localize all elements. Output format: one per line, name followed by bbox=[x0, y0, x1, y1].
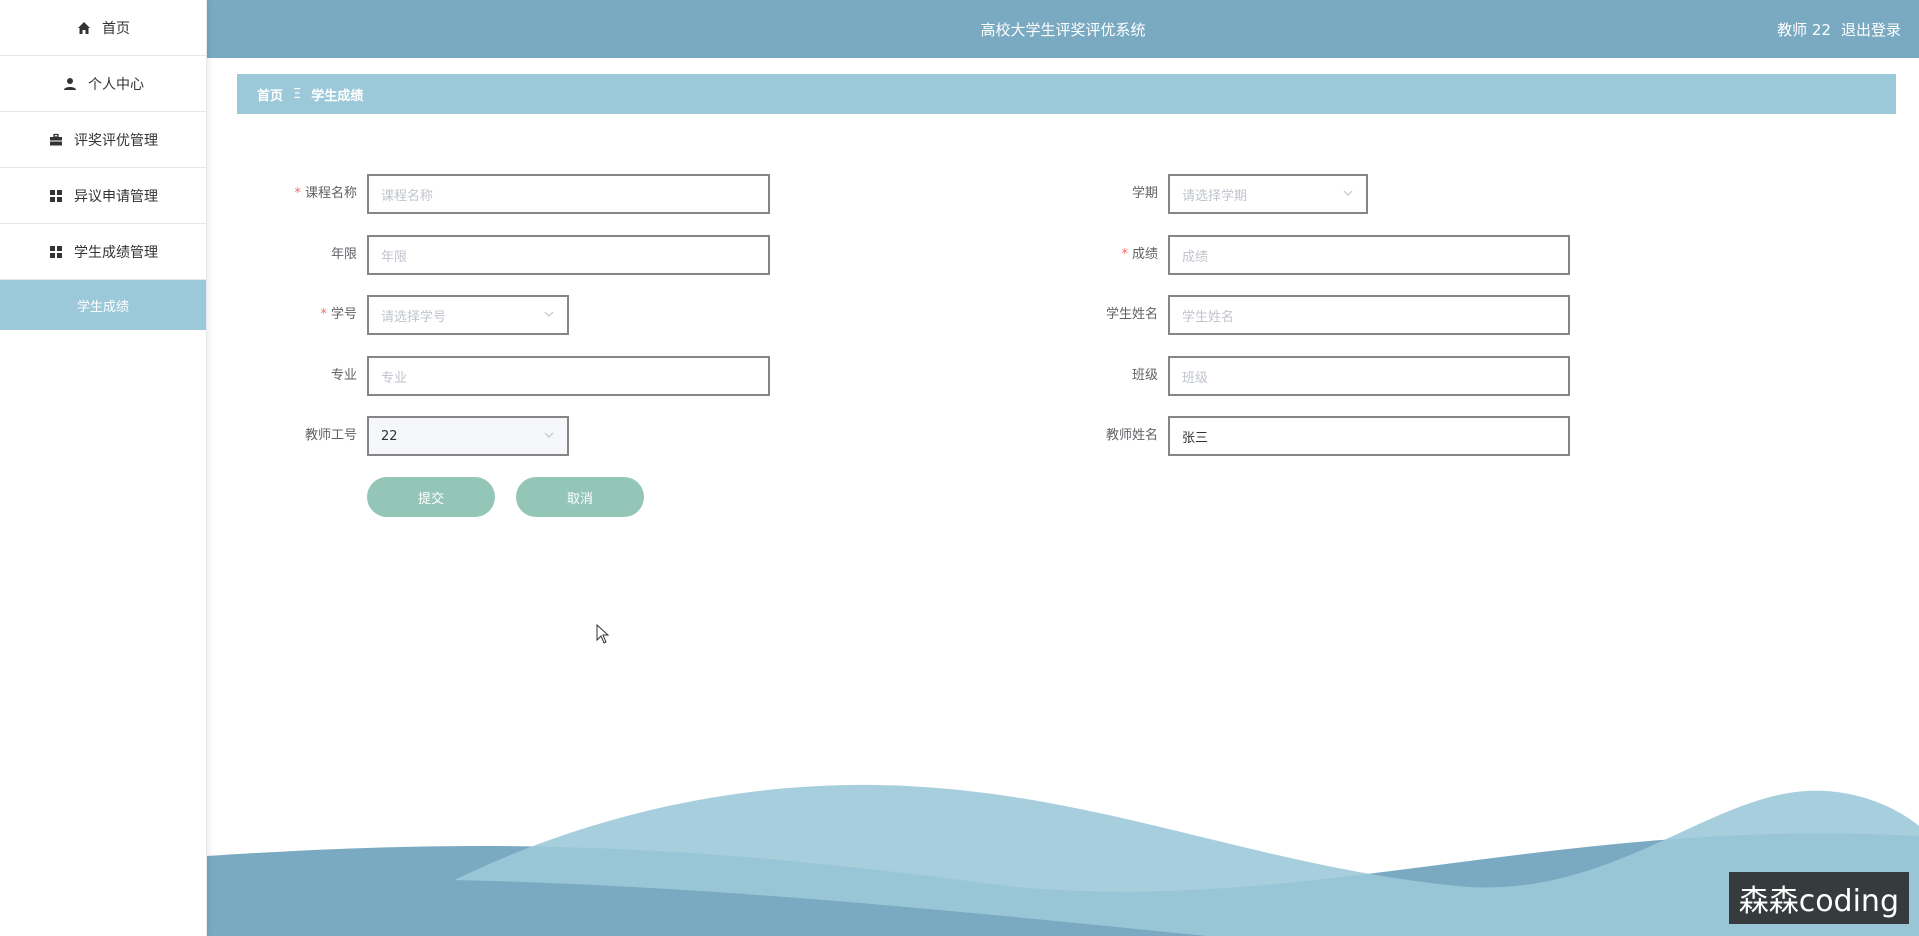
teacher-name-input[interactable]: 张三 bbox=[1168, 416, 1570, 456]
breadcrumb: 首页 Ξ 学生成绩 bbox=[237, 74, 1896, 114]
watermark: 森森coding bbox=[1728, 872, 1909, 924]
submit-button[interactable]: 提交 bbox=[367, 477, 495, 517]
teacher-id-label: 教师工号 bbox=[304, 428, 357, 443]
mouse-cursor-icon bbox=[596, 624, 610, 644]
major-input[interactable]: 专业 bbox=[367, 356, 770, 396]
major-label: 专业 bbox=[330, 368, 357, 383]
sidebar-subitem-student-scores[interactable]: 学生成绩 bbox=[0, 280, 206, 330]
student-name-input[interactable]: 学生姓名 bbox=[1168, 295, 1570, 335]
chevron-down-icon bbox=[1342, 187, 1354, 199]
student-id-label: * 学号 bbox=[320, 307, 357, 322]
years-label: 年限 bbox=[330, 247, 357, 262]
cancel-button[interactable]: 取消 bbox=[516, 477, 644, 517]
teacher-id-select[interactable]: 22 bbox=[367, 416, 569, 456]
sidebar-item-home[interactable]: 首页 bbox=[0, 0, 206, 56]
sidebar-item-label: 个人中心 bbox=[88, 76, 144, 93]
score-label: * 成绩 bbox=[1121, 247, 1158, 262]
app-title: 高校大学生评奖评优系统 bbox=[980, 20, 1146, 39]
sidebar-item-award-management[interactable]: 评奖评优管理 bbox=[0, 112, 206, 168]
course-name-label: * 课程名称 bbox=[294, 186, 357, 201]
sidebar-item-score-management[interactable]: 学生成绩管理 bbox=[0, 224, 206, 280]
chevron-down-icon bbox=[543, 308, 555, 320]
student-name-label: 学生姓名 bbox=[1105, 307, 1158, 322]
briefcase-icon bbox=[48, 132, 64, 148]
current-user: 教师 22 bbox=[1777, 20, 1831, 39]
user-icon bbox=[62, 76, 78, 92]
sidebar-item-label: 异议申请管理 bbox=[74, 188, 158, 205]
decorative-waves bbox=[207, 784, 1919, 936]
sidebar-item-objection-management[interactable]: 异议申请管理 bbox=[0, 168, 206, 224]
course-name-input[interactable]: 课程名称 bbox=[367, 174, 770, 214]
sidebar-item-label: 评奖评优管理 bbox=[74, 132, 158, 149]
breadcrumb-current: 学生成绩 bbox=[311, 88, 364, 104]
breadcrumb-separator: Ξ bbox=[293, 86, 302, 102]
sidebar-item-label: 首页 bbox=[102, 20, 130, 37]
term-label: 学期 bbox=[1131, 186, 1158, 201]
top-header: 高校大学生评奖评优系统 教师 22 退出登录 bbox=[207, 0, 1919, 58]
teacher-name-label: 教师姓名 bbox=[1105, 428, 1158, 443]
score-input[interactable]: 成绩 bbox=[1168, 235, 1570, 275]
sidebar: 首页 个人中心 评奖评优管理 异议申请管理 学生成绩管理 学生成绩 bbox=[0, 0, 207, 936]
years-input[interactable]: 年限 bbox=[367, 235, 770, 275]
breadcrumb-home[interactable]: 首页 bbox=[257, 85, 283, 104]
class-label: 班级 bbox=[1131, 368, 1158, 383]
header-user-area: 教师 22 退出登录 bbox=[1767, 0, 1901, 58]
grid-icon bbox=[48, 188, 64, 204]
student-id-select[interactable]: 请选择学号 bbox=[367, 295, 569, 335]
sidebar-item-profile[interactable]: 个人中心 bbox=[0, 56, 206, 112]
term-select[interactable]: 请选择学期 bbox=[1168, 174, 1368, 214]
class-input[interactable]: 班级 bbox=[1168, 356, 1570, 396]
sidebar-item-label: 学生成绩管理 bbox=[74, 244, 158, 261]
logout-link[interactable]: 退出登录 bbox=[1841, 19, 1901, 40]
chevron-down-icon bbox=[543, 429, 555, 441]
grid-icon bbox=[48, 244, 64, 260]
home-icon bbox=[76, 20, 92, 36]
